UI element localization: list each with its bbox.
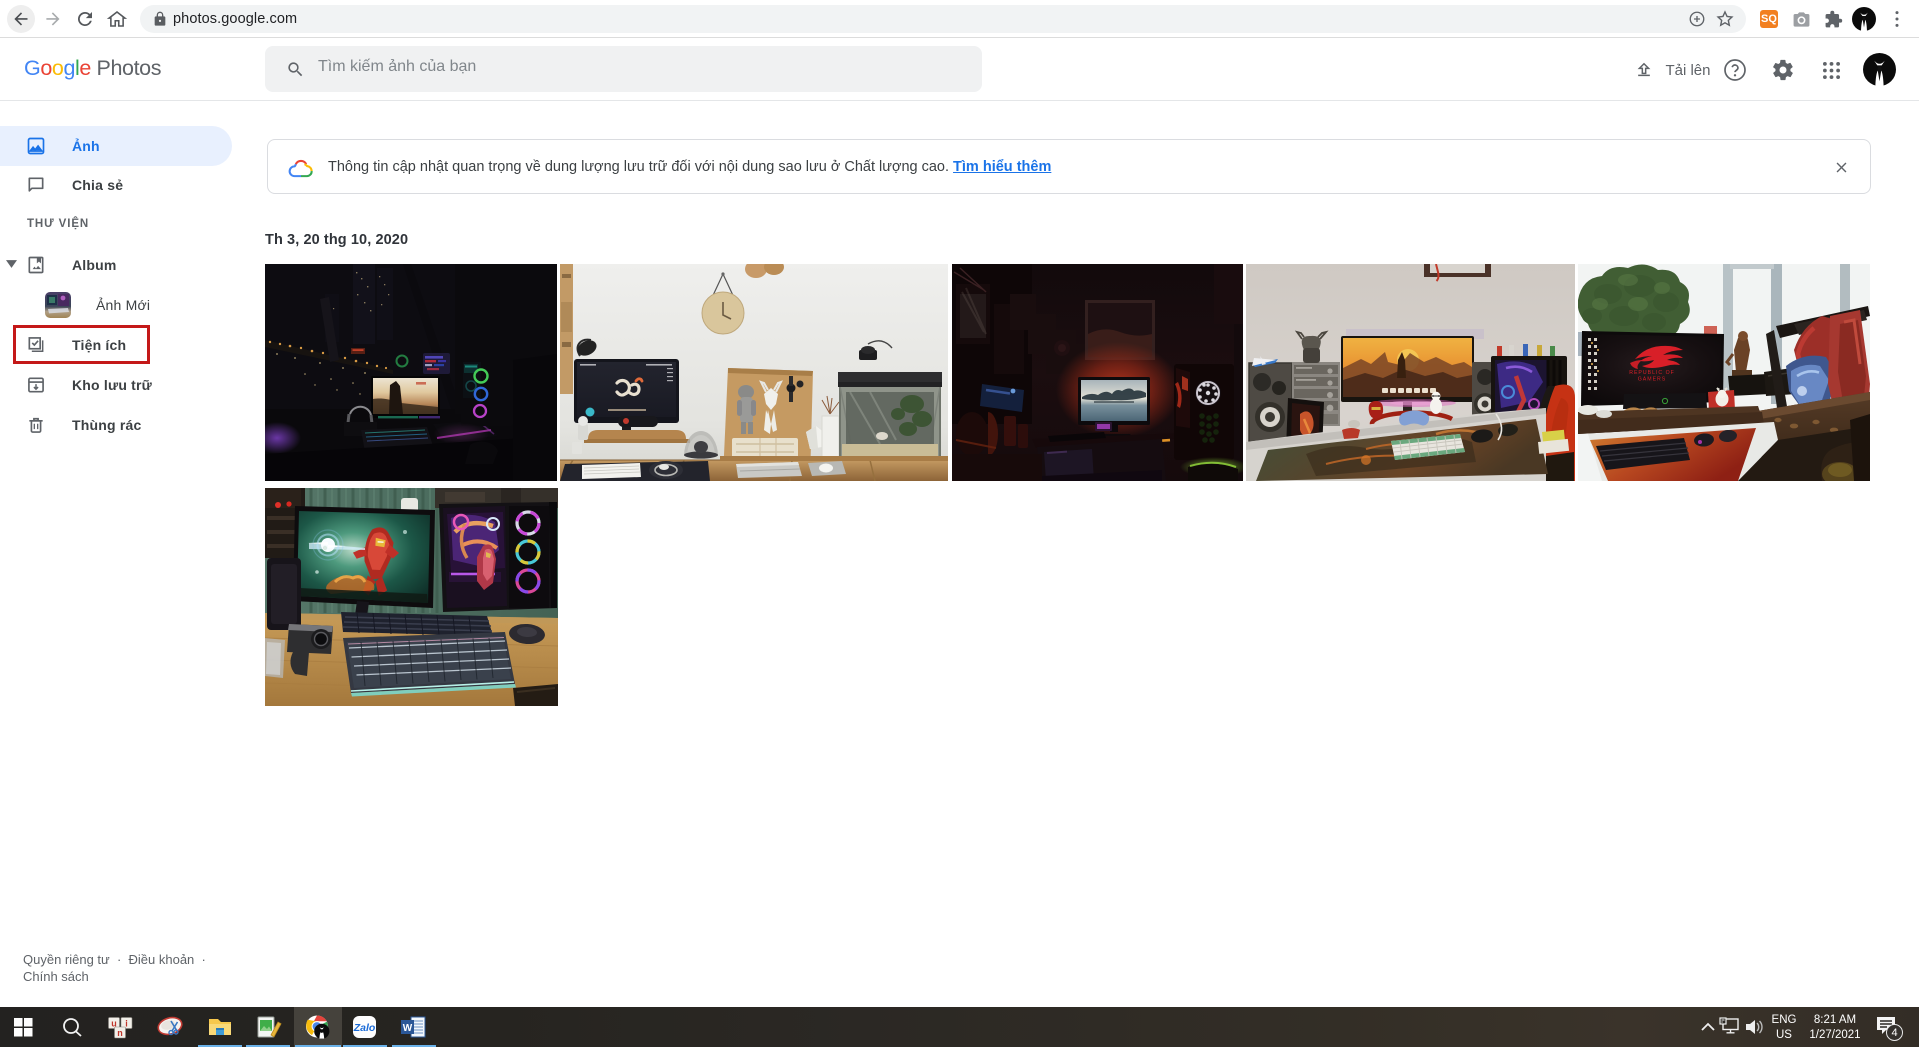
svg-text:u: u — [111, 1019, 117, 1029]
svg-text:i: i — [125, 1019, 128, 1029]
svg-text:REPUBLIC OF: REPUBLIC OF — [1629, 370, 1675, 376]
svg-text:W: W — [403, 1023, 413, 1034]
svg-text:GAMERS: GAMERS — [1638, 377, 1666, 383]
svg-text:n: n — [117, 1028, 123, 1038]
svg-text:Zalo: Zalo — [353, 1022, 376, 1034]
